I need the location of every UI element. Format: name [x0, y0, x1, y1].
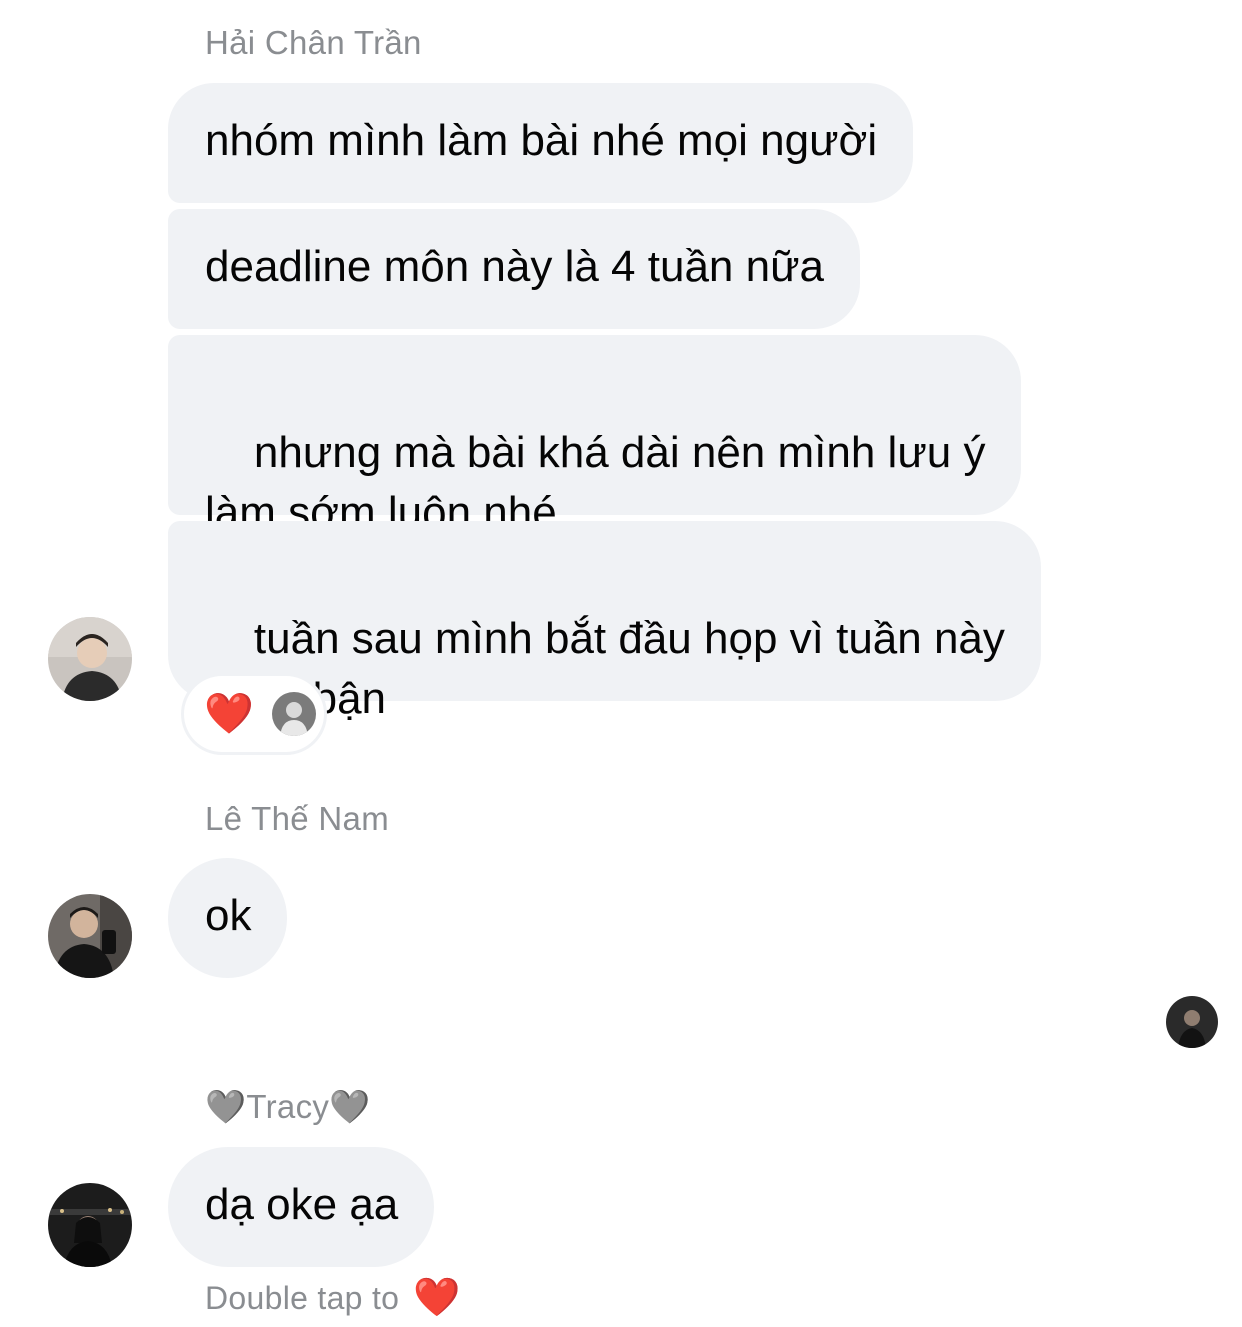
heart-reaction-icon: ❤️	[204, 692, 254, 736]
hint-text: Double tap to	[205, 1279, 400, 1316]
reaction-bar[interactable]: ❤️	[184, 676, 324, 752]
sender-name: Hải Chân Trần	[205, 24, 422, 61]
heart-icon[interactable]: ❤️	[413, 1278, 461, 1318]
message-text: tuần sau mình bắt đầu họp vì tuần này Mi…	[205, 614, 1005, 723]
message-bubble[interactable]: tuần sau mình bắt đầu họp vì tuần này Mi…	[168, 521, 1041, 723]
chat-thread: Hải Chân Trần nhóm mình làm bài nhé mọi …	[0, 0, 1242, 1327]
message-bubble[interactable]: ok	[168, 858, 288, 978]
seen-avatar	[1166, 996, 1218, 1048]
avatar[interactable]	[48, 1183, 132, 1267]
message-text: nhóm mình làm bài nhé mọi người	[205, 116, 878, 165]
message-text: ok	[205, 891, 252, 940]
double-tap-hint: Double tap to ❤️	[205, 1278, 461, 1318]
message-text: deadline môn này là 4 tuần nữa	[205, 242, 825, 291]
message-bubble[interactable]: nhưng mà bài khá dài nên mình lưu ý làm …	[168, 335, 1022, 537]
avatar[interactable]	[48, 894, 132, 978]
avatar-photo-icon	[48, 617, 132, 701]
avatar-photo-icon	[48, 894, 132, 978]
avatar-photo-icon	[48, 1183, 132, 1267]
avatar[interactable]	[48, 617, 132, 701]
sender-name: 🩶Tracy🩶	[205, 1088, 371, 1125]
message-bubble[interactable]: nhóm mình làm bài nhé mọi người	[168, 83, 914, 203]
message-text: dạ oke ạa	[205, 1180, 399, 1229]
sender-name: Lê Thế Nam	[205, 800, 389, 837]
message-bubble[interactable]: deadline môn này là 4 tuần nữa	[168, 209, 861, 329]
message-bubble[interactable]: dạ oke ạa	[168, 1147, 435, 1267]
reactor-avatar	[271, 692, 316, 736]
